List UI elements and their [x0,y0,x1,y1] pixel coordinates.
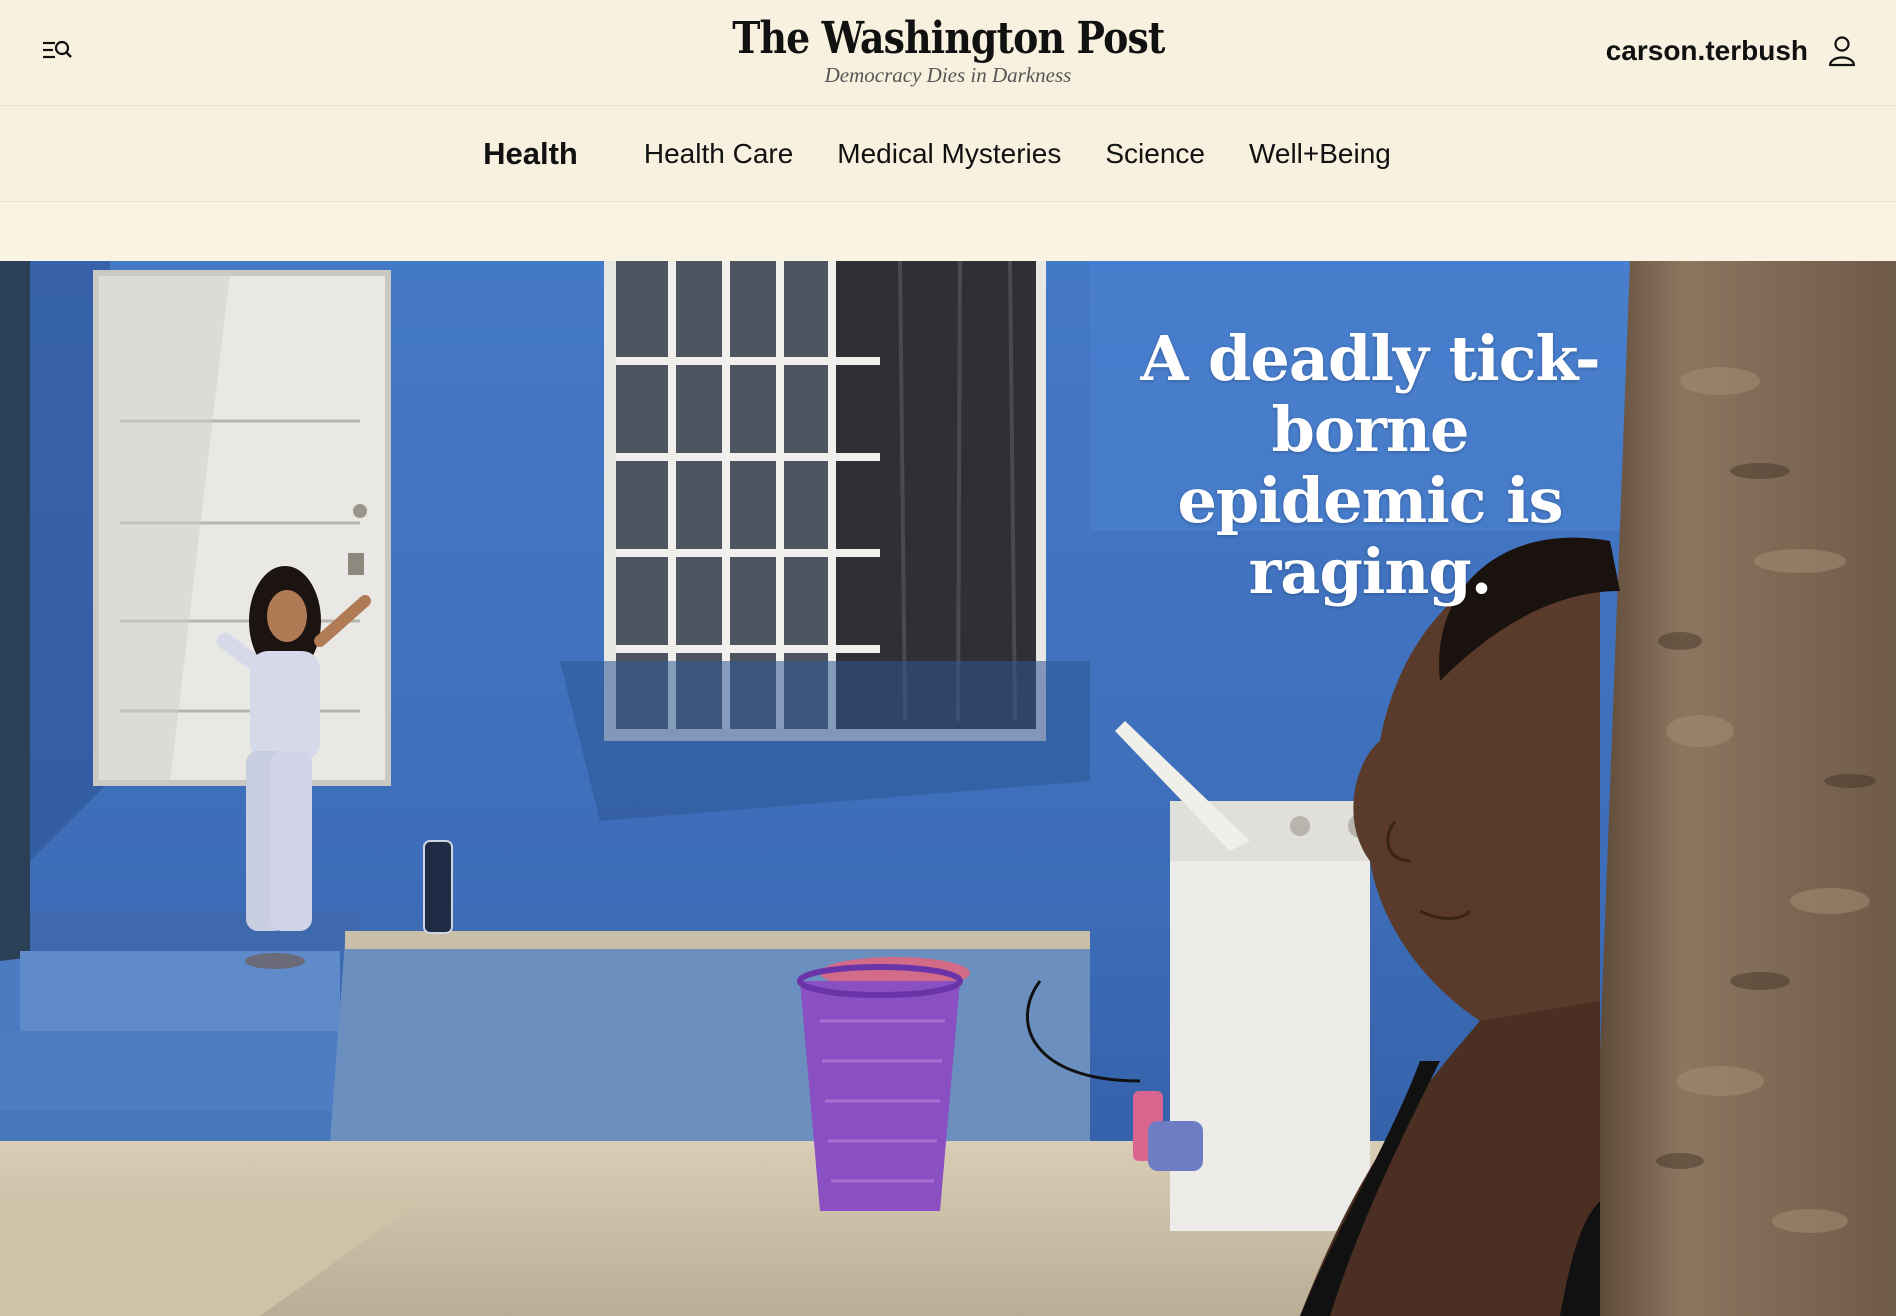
nav-current-section[interactable]: Health [483,136,578,172]
site-logo[interactable]: The Washington Post [697,13,1200,64]
nav-link-health-care[interactable]: Health Care [644,138,793,170]
spacer-band [0,202,1896,261]
hero-headline[interactable]: A deadly tick-borne epidemic is raging. [1120,323,1620,607]
hero-story[interactable]: A deadly tick-borne epidemic is raging. [0,261,1896,1316]
nav-link-well-being[interactable]: Well+Being [1249,138,1391,170]
masthead: The Washington Post Democracy Dies in Da… [0,0,1896,106]
account-menu[interactable]: carson.terbush [1606,30,1856,72]
username: carson.terbush [1605,35,1808,66]
logo-text: The Washington Post [731,13,1165,64]
section-nav: Health Health Care Medical Mysteries Sci… [0,106,1896,202]
nav-link-science[interactable]: Science [1105,138,1205,170]
nav-link-medical-mysteries[interactable]: Medical Mysteries [837,138,1061,170]
user-icon [1828,36,1856,67]
